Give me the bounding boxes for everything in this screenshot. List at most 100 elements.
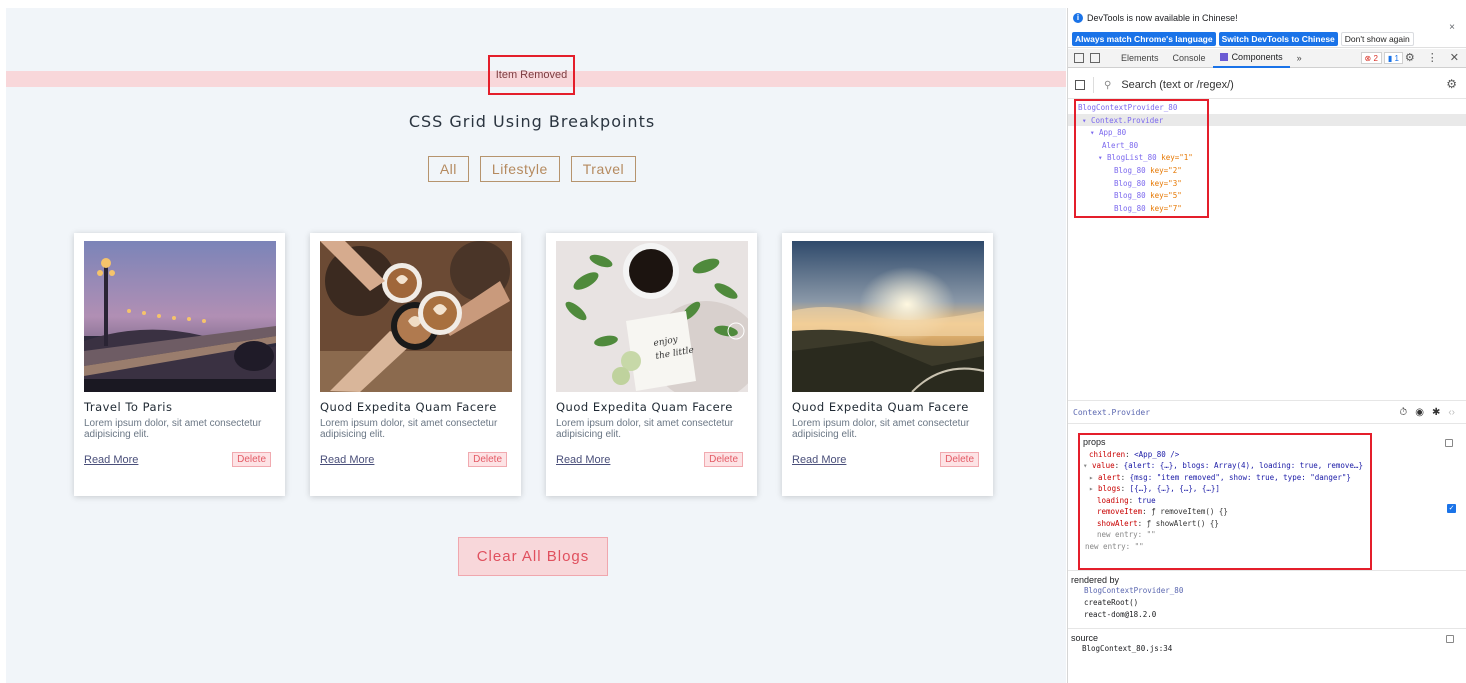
prop-row[interactable]: ▸ blogs: [{…}, {…}, {…}, {…}] [1083, 483, 1367, 495]
tree-node-name: ▾ BlogList_80 [1098, 153, 1157, 163]
copy-source-icon[interactable] [1446, 635, 1454, 643]
tree-node[interactable]: Blog_80 key="7" [1076, 203, 1207, 216]
tree-node[interactable]: Alert_80 [1076, 140, 1207, 153]
message-count-badge[interactable]: ▮ 1 [1383, 52, 1403, 64]
tree-node[interactable]: Blog_80 key="2" [1076, 165, 1207, 178]
more-options-icon[interactable]: ⋮ [1427, 51, 1438, 64]
source-file[interactable]: BlogContext_80.js:34 [1082, 643, 1465, 655]
suspend-timer-icon[interactable]: ⏱ [1399, 407, 1407, 418]
component-search-input[interactable]: Search (text or /regex/) [1121, 79, 1234, 91]
message-count: 1 [1394, 53, 1399, 63]
prop-key: alert [1098, 472, 1121, 482]
clear-all-blogs-button[interactable]: Clear All Blogs [458, 537, 608, 576]
blog-app: Item Removed CSS Grid Using Breakpoints … [6, 8, 1066, 683]
tab-components[interactable]: Components [1212, 49, 1290, 68]
tree-node[interactable]: ▾ App_80 [1076, 127, 1207, 140]
divider [1093, 77, 1094, 93]
coffee-flatlay-image: enjoy the little [556, 241, 748, 392]
prop-row[interactable]: loading: true [1083, 495, 1367, 507]
checkbox-checked-icon[interactable]: ✓ [1447, 504, 1456, 513]
delete-button[interactable]: Delete [468, 452, 507, 467]
tree-node-key: key="2" [1150, 165, 1182, 175]
inspect-element-icon[interactable] [1074, 53, 1084, 63]
component-actions: ⏱ ◉ ✱ ‹› [1399, 407, 1455, 418]
match-language-button[interactable]: Always match Chrome's language [1072, 32, 1216, 46]
close-devtools-icon[interactable]: ✕ [1450, 51, 1459, 64]
card-text: Lorem ipsum dolor, sit amet consectetur … [556, 418, 734, 440]
tree-node-selected[interactable]: ▾ Context.Provider [1076, 115, 1207, 128]
filter-lifestyle-button[interactable]: Lifestyle [479, 156, 560, 182]
banner-message: i DevTools is now available in Chinese! [1073, 13, 1238, 23]
prop-key: showAlert [1097, 518, 1138, 528]
prop-key: removeItem [1097, 507, 1143, 516]
card-title: Quod Expedita Quam Facere [792, 400, 969, 414]
info-icon: i [1073, 13, 1083, 23]
tree-node[interactable]: Blog_80 key="5" [1076, 190, 1207, 203]
error-count: 2 [1373, 53, 1378, 63]
read-more-link[interactable]: Read More [320, 454, 374, 466]
select-component-icon[interactable] [1075, 80, 1085, 90]
tree-node-name: ▾ App_80 [1090, 128, 1127, 138]
inspect-eye-icon[interactable]: ◉ [1415, 407, 1424, 418]
read-more-link[interactable]: Read More [84, 454, 138, 466]
view-source-icon[interactable]: ‹› [1448, 407, 1455, 418]
read-more-link[interactable]: Read More [556, 454, 610, 466]
paris-bridge-image [84, 241, 276, 392]
prop-row[interactable]: ▸ alert: {msg: "item removed", show: tru… [1083, 472, 1367, 484]
banner-close-icon[interactable]: × [1449, 22, 1455, 33]
prop-row[interactable]: removeItem: ƒ removeItem() {} [1083, 506, 1367, 518]
tree-node-name: Blog_80 [1114, 203, 1146, 213]
tree-node-name: Blog_80 [1114, 191, 1146, 201]
coffee-cheers-image [320, 241, 512, 392]
switch-chinese-button[interactable]: Switch DevTools to Chinese [1218, 32, 1338, 46]
blog-card: Quod Expedita Quam Facere Lorem ipsum do… [310, 233, 521, 496]
tree-node-name: Alert_80 [1102, 140, 1139, 150]
filter-travel-button[interactable]: Travel [570, 156, 637, 182]
filter-all-button[interactable]: All [427, 156, 469, 182]
component-settings-icon[interactable]: ⚙ [1446, 77, 1457, 91]
debug-bug-icon[interactable]: ✱ [1432, 407, 1440, 418]
new-entry-inner[interactable]: new entry: "" [1083, 529, 1367, 541]
banner-buttons: Always match Chrome's language Switch De… [1072, 32, 1414, 46]
card-title: Quod Expedita Quam Facere [320, 400, 497, 414]
source-section: source BlogContext_80.js:34 [1068, 628, 1466, 659]
props-panel: props children: <App_80 /> ▾ value: {ale… [1078, 433, 1372, 570]
prop-value: {alert: {…}, blogs: Array(4), loading: t… [1123, 461, 1363, 470]
prop-value: ƒ removeItem() {} [1151, 507, 1228, 516]
prop-row[interactable]: showAlert: ƒ showAlert() {} [1083, 518, 1367, 530]
source-title: source [1071, 633, 1099, 643]
error-count-badge[interactable]: ⊗ 2 [1360, 52, 1382, 64]
card-text: Lorem ipsum dolor, sit amet consectetur … [84, 418, 262, 440]
tree-node[interactable]: ▾ BlogList_80 key="1" [1076, 152, 1207, 165]
alert-message: Item Removed [488, 55, 575, 95]
tree-node[interactable]: Blog_80 key="3" [1076, 178, 1207, 191]
device-toolbar-icon[interactable] [1090, 53, 1100, 63]
props-title: props [1083, 437, 1106, 447]
delete-button[interactable]: Delete [232, 452, 271, 467]
copy-props-icon[interactable] [1445, 439, 1453, 447]
delete-button[interactable]: Delete [704, 452, 743, 467]
prop-row[interactable]: ▾ value: {alert: {…}, blogs: Array(4), l… [1083, 460, 1367, 472]
devtools-tabbar: Elements Console Components » ⊗ 2 ▮ 1 ⚙ … [1068, 49, 1466, 68]
tree-node[interactable]: BlogContextProvider_80 [1076, 102, 1207, 115]
prop-value: <App_80 /> [1134, 449, 1180, 459]
rendered-by-root: createRoot() [1084, 598, 1139, 607]
read-more-link[interactable]: Read More [792, 454, 846, 466]
dont-show-again-button[interactable]: Don't show again [1340, 32, 1414, 46]
rendered-by-section: rendered by BlogContextProvider_80 creat… [1068, 570, 1466, 625]
tab-elements[interactable]: Elements [1114, 49, 1166, 68]
rendered-by-owner[interactable]: BlogContextProvider_80 [1084, 585, 1465, 597]
card-text: Lorem ipsum dolor, sit amet consectetur … [320, 418, 498, 440]
settings-gear-icon[interactable]: ⚙ [1405, 51, 1415, 64]
new-entry-outer[interactable]: new entry: "" [1083, 541, 1367, 553]
delete-button[interactable]: Delete [940, 452, 979, 467]
tab-console[interactable]: Console [1166, 49, 1213, 68]
prop-row[interactable]: children: <App_80 /> [1083, 449, 1367, 461]
tree-node-key: key="1" [1161, 153, 1193, 163]
devtools-tools: ⚙ ⋮ ✕ [1405, 51, 1459, 64]
prop-value: ƒ showAlert() {} [1146, 518, 1219, 528]
blog-card: Travel To Paris Lorem ipsum dolor, sit a… [74, 233, 285, 496]
more-tabs-button[interactable]: » [1290, 49, 1309, 68]
mountain-sunset-image [792, 241, 984, 392]
card-title: Quod Expedita Quam Facere [556, 400, 733, 414]
